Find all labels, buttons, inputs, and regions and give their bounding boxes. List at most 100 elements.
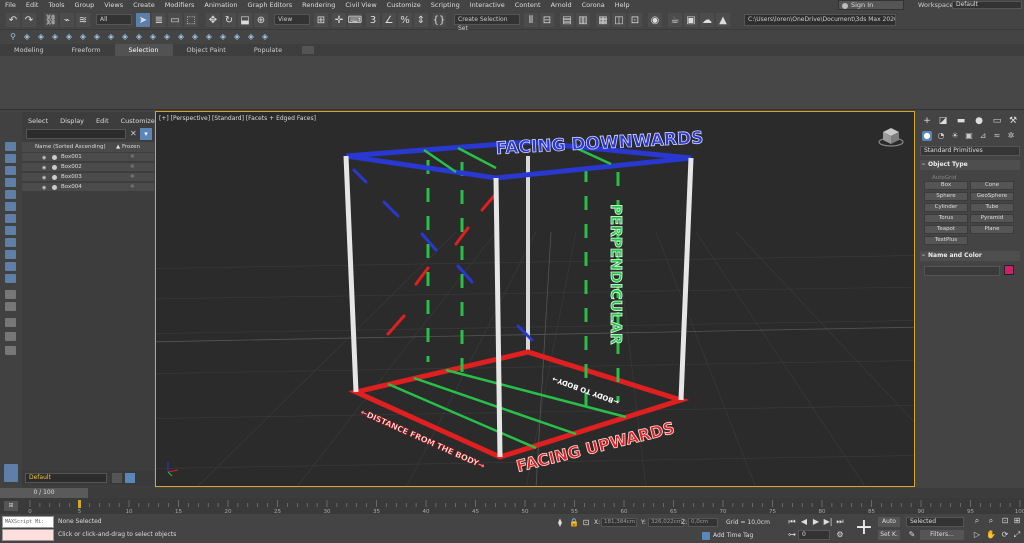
selection-filter-select[interactable]: All xyxy=(96,14,132,25)
create-tab-icon[interactable]: + xyxy=(922,116,932,126)
object-icon[interactable]: ◈ xyxy=(22,32,32,42)
pan-icon[interactable]: ✋ xyxy=(986,530,996,540)
zoom-icon[interactable]: ⌕ xyxy=(972,516,982,526)
eye-icon[interactable]: ◉ xyxy=(42,165,46,171)
rotate-icon[interactable]: ↻ xyxy=(222,13,236,27)
time-slider[interactable]: 0 / 100 xyxy=(0,488,1024,498)
render-in-cloud-icon[interactable]: ▲ xyxy=(716,13,730,27)
geosphere-button[interactable]: GeoSphere xyxy=(970,192,1014,201)
layer-explorer-icon[interactable]: ▥ xyxy=(576,13,590,27)
orbit-icon[interactable]: ⟳ xyxy=(1000,530,1010,540)
object-icon[interactable]: ◈ xyxy=(106,32,116,42)
filter-icon[interactable] xyxy=(5,332,16,341)
table-row[interactable]: ◉ Box001 ❄ xyxy=(22,153,154,162)
object-icon[interactable]: ◈ xyxy=(78,32,88,42)
display-none-icon[interactable] xyxy=(5,142,16,151)
pivot-center-icon[interactable]: ⊞ xyxy=(314,13,328,27)
object-icon[interactable]: ◈ xyxy=(92,32,102,42)
freeze-icon[interactable]: ❄ xyxy=(130,184,135,190)
pin-icon[interactable]: ⚲ xyxy=(8,32,18,42)
object-type-rollout[interactable]: Object Type xyxy=(920,160,1020,170)
object-icon[interactable]: ◈ xyxy=(50,32,60,42)
object-icon[interactable]: ◈ xyxy=(232,32,242,42)
tab-modeling[interactable]: Modeling xyxy=(0,44,58,56)
pyramid-button[interactable]: Pyramid xyxy=(970,214,1014,223)
explorer-column-header[interactable]: Name (Sorted Ascending) ▲ Frozen xyxy=(22,142,154,152)
display-helpers-icon[interactable] xyxy=(5,214,16,223)
modify-tab-icon[interactable]: ◪ xyxy=(938,116,948,126)
display-bones-icon[interactable] xyxy=(5,262,16,271)
redo-icon[interactable]: ↷ xyxy=(22,13,36,27)
hierarchy-tab-icon[interactable]: ▬ xyxy=(956,116,966,126)
object-color-swatch[interactable] xyxy=(1004,265,1014,275)
object-icon[interactable]: ◈ xyxy=(204,32,214,42)
x-coordinate-field[interactable]: 181,384cm xyxy=(601,518,637,527)
menu-item-content[interactable]: Content xyxy=(510,1,546,9)
explorer-search-input[interactable] xyxy=(26,129,126,139)
menu-item-modifiers[interactable]: Modifiers xyxy=(160,1,200,9)
object-name-input[interactable] xyxy=(924,266,1000,276)
menu-item-graph-editors[interactable]: Graph Editors xyxy=(243,1,298,9)
helpers-icon[interactable]: ⊿ xyxy=(978,131,988,141)
object-icon[interactable]: ◈ xyxy=(190,32,200,42)
field-of-view-icon[interactable]: ▷ xyxy=(972,530,982,540)
track-bar[interactable]: ⊞ 0 5 10 15 20 25 30 35 40 45 50 55 60 65 70 75 80 85 90 95… xyxy=(0,498,1024,514)
eye-icon[interactable]: ◉ xyxy=(42,155,46,161)
tab-populate[interactable]: Populate xyxy=(240,44,296,56)
link-icon[interactable]: ⛓ xyxy=(44,13,58,27)
systems-icon[interactable]: ✲ xyxy=(1006,131,1016,141)
tab-selection[interactable]: Selection xyxy=(114,44,173,56)
sphere-button[interactable]: Sphere xyxy=(924,192,968,201)
align-icon[interactable]: ⊟ xyxy=(540,13,554,27)
key-filter-select[interactable]: Selected xyxy=(906,517,964,527)
display-shapes-icon[interactable] xyxy=(5,178,16,187)
isolate-selection-icon[interactable]: ⧫ xyxy=(554,518,566,528)
y-coordinate-field[interactable]: 326,022cm xyxy=(648,518,684,527)
time-config-icon[interactable]: ⚙ xyxy=(834,530,846,540)
display-spacewarps-icon[interactable] xyxy=(5,226,16,235)
primitive-type-select[interactable]: Standard Primitives xyxy=(920,146,1020,156)
display-xrefs-icon[interactable] xyxy=(5,250,16,259)
angle-snap-icon[interactable]: ∠ xyxy=(382,13,396,27)
auto-key-button[interactable]: Auto xyxy=(878,517,900,527)
spinner-snap-icon[interactable]: ⇕ xyxy=(414,13,428,27)
current-layer-field[interactable]: Default xyxy=(25,473,107,483)
workspace-select[interactable]: Default xyxy=(952,1,1022,9)
add-time-tag-button[interactable]: Add Time Tag xyxy=(713,532,753,539)
menu-item-tools[interactable]: Tools xyxy=(43,1,69,9)
select-manipulate-icon[interactable]: ✛ xyxy=(332,13,346,27)
toggle-ribbon-icon[interactable]: ▦ xyxy=(596,13,610,27)
name-and-color-rollout[interactable]: Name and Color xyxy=(920,251,1020,261)
eye-icon[interactable]: ◉ xyxy=(42,175,46,181)
set-key-icon[interactable]: + xyxy=(852,516,876,540)
menu-item-edit[interactable]: Edit xyxy=(21,1,44,9)
menu-item-customize[interactable]: Customize xyxy=(382,1,426,9)
set-key-button[interactable]: Set K. xyxy=(878,530,900,540)
go-to-end-icon[interactable]: ⏭ xyxy=(834,517,846,527)
menu-item-arnold[interactable]: Arnold xyxy=(546,1,577,9)
play-icon[interactable]: ▶ xyxy=(810,517,822,527)
menu-item-group[interactable]: Group xyxy=(70,1,100,9)
explorer-menu-select[interactable]: Select xyxy=(22,117,54,127)
maximize-viewport-icon[interactable]: ⤢ xyxy=(1012,530,1022,540)
shapes-icon[interactable]: ◔ xyxy=(936,131,946,141)
zoom-extents-all-icon[interactable]: ⊞ xyxy=(1012,516,1022,526)
schematic-view-icon[interactable]: ⊡ xyxy=(628,13,642,27)
z-coordinate-field[interactable]: 0,0cm xyxy=(688,518,718,527)
cone-button[interactable]: Cone xyxy=(970,181,1014,190)
key-filters-button[interactable]: Filters... xyxy=(920,530,964,540)
viewport-label[interactable]: [+] [Perspective] [Standard] [Facets + E… xyxy=(159,115,316,122)
curve-editor-icon[interactable]: ◫ xyxy=(612,13,626,27)
ribbon-options-button[interactable] xyxy=(302,46,315,54)
window-crossing-icon[interactable]: ⬚ xyxy=(184,13,198,27)
motion-tab-icon[interactable]: ● xyxy=(974,116,984,126)
geometry-icon[interactable]: ● xyxy=(922,131,932,141)
current-frame-field[interactable]: 0 xyxy=(798,530,830,540)
menu-item-scripting[interactable]: Scripting xyxy=(426,1,465,9)
mirror-icon[interactable]: ⫴ xyxy=(524,13,538,27)
explorer-menu-edit[interactable]: Edit xyxy=(90,117,115,127)
object-icon[interactable]: ◈ xyxy=(218,32,228,42)
reference-coordinate-select[interactable]: View xyxy=(274,14,310,25)
menu-item-civil-view[interactable]: Civil View xyxy=(340,1,381,9)
spacewarps-icon[interactable]: ≈ xyxy=(992,131,1002,141)
